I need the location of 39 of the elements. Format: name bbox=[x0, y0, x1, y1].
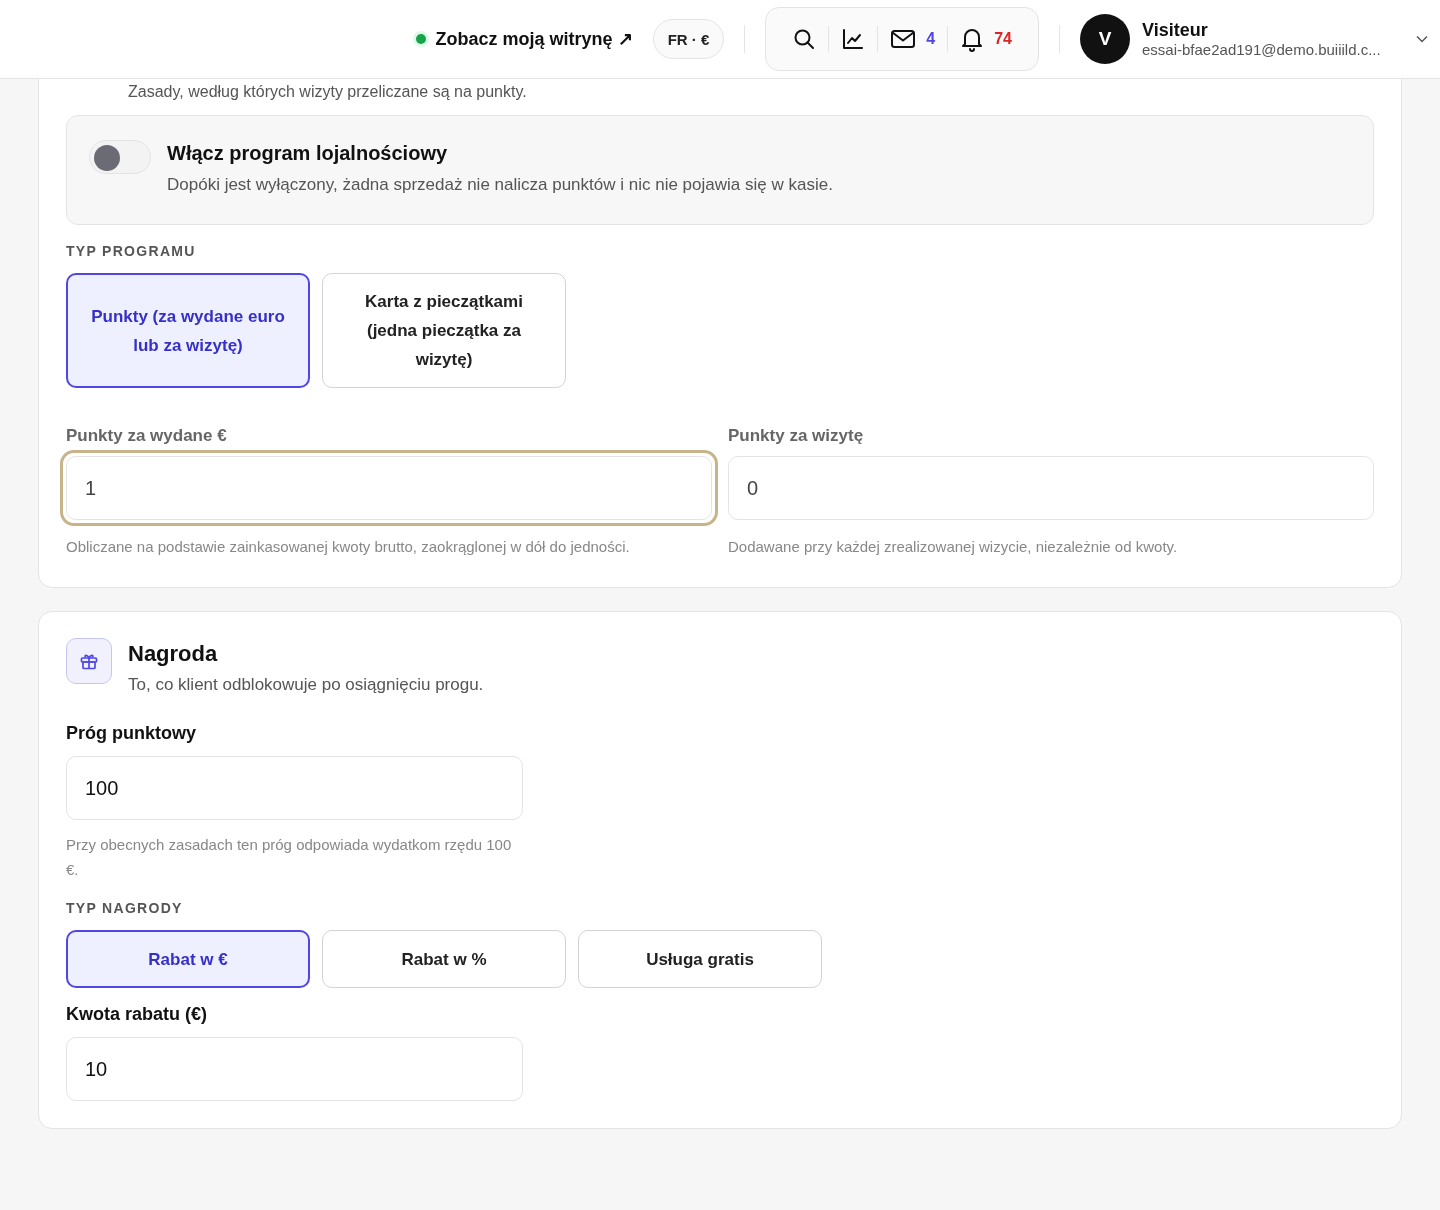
section-label: TYP PROGRAMU bbox=[66, 243, 197, 259]
input-field[interactable]: 10 bbox=[66, 1037, 523, 1101]
input-field[interactable]: 1 bbox=[66, 456, 712, 520]
user-menu[interactable]: V Visiteur essai-bfae2ad191@demo.buiiild.c... bbox=[1080, 14, 1428, 64]
field-hint: Dodawane przy każdej zrealizowanej wizycie, niezależnie od kwoty. bbox=[728, 537, 1179, 557]
view-site-link[interactable]: Zobacz moją witrynę ↗ bbox=[415, 28, 633, 50]
field-hint: Przy obecnych zasadach ten próg odpowiada wydatkom rzędu 100 €. bbox=[66, 835, 513, 880]
section-description: To, co klient odblokowuje po osiągnięciu progu. bbox=[128, 675, 484, 695]
search-icon bbox=[792, 27, 817, 51]
avatar: V bbox=[1080, 14, 1130, 64]
user-email: essai-bfae2ad191@demo.buiiild.c... bbox=[1142, 41, 1382, 58]
field-label: Punkty za wizytę bbox=[728, 426, 865, 446]
option-button[interactable]: Rabat w € bbox=[66, 930, 310, 988]
option-button[interactable]: Punkty (za wydane euro lub za wizytę) bbox=[66, 273, 310, 388]
field-label: Punkty za wydane € bbox=[66, 426, 228, 446]
chevron-down-icon bbox=[1416, 35, 1428, 43]
field-hint: Obliczane na podstawie zainkasowanej kwoty brutto, zaokrąglonej w dół do jedności. bbox=[66, 537, 631, 557]
messages-button[interactable]: 4 bbox=[878, 19, 948, 59]
section-label: TYP NAGRODY bbox=[66, 900, 184, 916]
gift-icon bbox=[66, 638, 112, 684]
option-button[interactable]: Usługa gratis bbox=[578, 930, 822, 988]
toggle-title: Włącz program lojalnościowy bbox=[167, 142, 449, 165]
user-name: Visiteur bbox=[1142, 20, 1209, 41]
input-field[interactable]: 100 bbox=[66, 756, 523, 820]
mail-icon bbox=[890, 28, 917, 50]
bell-icon bbox=[960, 26, 985, 52]
line-chart-icon bbox=[841, 27, 866, 51]
field-label: Próg punktowy bbox=[66, 723, 197, 744]
input-field[interactable]: 0 bbox=[728, 456, 1374, 520]
toggle-description: Dopóki jest wyłączony, żadna sprzedaż nie nalicza punktów i nic nie pojawia się w kasie. bbox=[167, 175, 833, 195]
field-label: Kwota rabatu (€) bbox=[66, 1004, 208, 1025]
section-title: Nagroda bbox=[128, 641, 219, 667]
toggle-switch[interactable] bbox=[89, 140, 151, 174]
section-description: Zasady, według których wizyty przeliczane są na punkty. bbox=[128, 82, 528, 102]
option-button[interactable]: Rabat w % bbox=[322, 930, 566, 988]
status-dot-icon bbox=[415, 34, 426, 44]
notifications-button[interactable]: 74 bbox=[948, 19, 1024, 59]
locale-button[interactable]: FR · € bbox=[652, 19, 725, 59]
option-button[interactable]: Karta z pieczątkami (jedna pieczątka za wizytę) bbox=[322, 273, 566, 388]
